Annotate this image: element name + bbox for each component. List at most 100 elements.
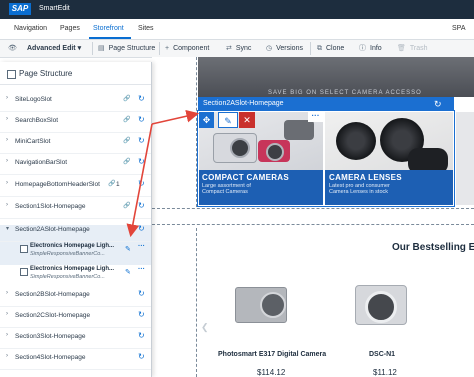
sync-button[interactable]: ⇄ Sync xyxy=(226,40,251,57)
sync-icon[interactable]: ↻ xyxy=(138,310,145,319)
link-icon[interactable]: 🔗 xyxy=(123,202,130,209)
slot-label[interactable]: Section2ASlot-Homepage xyxy=(15,226,90,233)
slot-label[interactable]: HomepageBottomHeaderSlot xyxy=(15,181,100,188)
chevron-right-icon[interactable]: › xyxy=(6,202,8,208)
sync-icon[interactable]: ↻ xyxy=(138,179,145,188)
lens-image xyxy=(336,122,376,160)
sync-icon[interactable]: ↻ xyxy=(138,157,145,166)
versions-label: Versions xyxy=(276,45,303,52)
chevron-right-icon[interactable]: › xyxy=(6,311,8,317)
eye-icon[interactable]: 👁 xyxy=(8,40,17,57)
component-button[interactable]: + Component xyxy=(165,40,209,57)
product-price: $11.12 xyxy=(373,368,397,377)
slot-label[interactable]: MiniCartSlot xyxy=(15,138,50,145)
link-icon[interactable]: 🔗 xyxy=(108,180,115,187)
chevron-right-icon[interactable]: › xyxy=(6,137,8,143)
sync-icon[interactable]: ↻ xyxy=(434,97,442,111)
plus-icon: + xyxy=(165,45,170,52)
row-divider xyxy=(0,306,151,307)
trash-label: Trash xyxy=(409,45,428,52)
more-icon[interactable]: ··· xyxy=(138,266,145,273)
next-banner-partial xyxy=(456,112,474,205)
link-icon[interactable]: 🔗 xyxy=(123,158,130,165)
page-structure-button[interactable]: ▤ Page Structure xyxy=(98,40,155,57)
clone-label: Clone xyxy=(326,45,345,52)
card-heading: CAMERA LENSES xyxy=(329,173,402,182)
chevron-right-icon[interactable]: › xyxy=(6,180,8,186)
row-divider xyxy=(0,348,151,349)
pencil-icon[interactable]: ✎ xyxy=(125,245,131,253)
app-title: SmartEdit xyxy=(39,5,70,12)
camera-image xyxy=(284,120,314,140)
sync-icon[interactable]: ↻ xyxy=(138,136,145,145)
chevron-left-icon[interactable]: ❮ xyxy=(201,322,209,333)
link-icon[interactable]: 🔗 xyxy=(123,95,130,102)
slot-outline xyxy=(152,224,474,225)
sync-icon[interactable]: ↻ xyxy=(138,224,145,233)
chevron-right-icon[interactable]: › xyxy=(6,116,8,122)
slot-label[interactable]: SiteLogoSlot xyxy=(15,96,52,103)
component-label: Component xyxy=(173,45,210,52)
sync-icon: ⇄ xyxy=(226,45,232,52)
move-icon[interactable]: ✥ xyxy=(199,112,214,128)
active-tab-indicator xyxy=(89,37,131,39)
sap-logo: SAP xyxy=(9,3,31,15)
toolbar-divider xyxy=(310,42,311,55)
sync-icon[interactable]: ↻ xyxy=(138,352,145,361)
slot-label[interactable]: Section2CSlot-Homepage xyxy=(15,312,90,319)
sync-icon[interactable]: ↻ xyxy=(138,94,145,103)
pencil-icon[interactable]: ✎ xyxy=(218,112,238,128)
mode-selector[interactable]: Advanced Edit ▾ xyxy=(27,40,81,57)
slot-label[interactable]: SearchBoxSlot xyxy=(15,117,58,124)
chevron-down-icon[interactable]: ▾ xyxy=(6,225,9,232)
slot-label[interactable]: Section3Slot-Homepage xyxy=(15,333,85,340)
page-structure-icon: ▤ xyxy=(98,45,105,52)
sync-icon[interactable]: ↻ xyxy=(138,201,145,210)
slot-label[interactable]: Section2BSlot-Homepage xyxy=(15,291,90,298)
tab-pages[interactable]: Pages xyxy=(60,19,80,39)
more-icon[interactable]: ··· xyxy=(138,243,145,250)
link-icon[interactable]: 🔗 xyxy=(123,116,130,123)
card-subtext: Camera Lenses in stock xyxy=(329,189,388,195)
product-price: $114.12 xyxy=(257,368,286,377)
component-type: SimpleResponsiveBannerCo... xyxy=(30,274,105,280)
slot-label[interactable]: Section4Slot-Homepage xyxy=(15,354,85,361)
product-name[interactable]: DSC-N1 xyxy=(369,351,395,358)
tab-storefront[interactable]: Storefront xyxy=(93,19,124,39)
chevron-right-icon[interactable]: › xyxy=(6,95,8,101)
sync-icon[interactable]: ↻ xyxy=(138,331,145,340)
info-button[interactable]: ⓘ Info xyxy=(359,40,382,57)
versions-icon: ◷ xyxy=(266,45,273,52)
sync-icon[interactable]: ↻ xyxy=(138,115,145,124)
card-subtext: Compact Cameras xyxy=(202,189,248,195)
info-icon: ⓘ xyxy=(359,45,366,52)
tab-sites[interactable]: Sites xyxy=(138,19,154,39)
clone-button[interactable]: ⧉ Clone xyxy=(317,40,344,57)
close-icon[interactable]: ✕ xyxy=(239,112,255,128)
panel-title: Page Structure xyxy=(19,69,73,78)
component-title[interactable]: Electronics Homepage Ligh... xyxy=(30,266,114,272)
slot-outline xyxy=(152,208,474,209)
chevron-right-icon[interactable]: › xyxy=(6,332,8,338)
site-selector[interactable]: SPA Elec xyxy=(452,19,474,52)
link-icon[interactable]: 🔗 xyxy=(123,137,130,144)
slot-label[interactable]: NavigationBarSlot xyxy=(15,159,67,166)
chevron-right-icon[interactable]: › xyxy=(6,353,8,359)
tab-navigation[interactable]: Navigation xyxy=(14,19,47,39)
pencil-icon[interactable]: ✎ xyxy=(125,268,131,276)
sync-icon[interactable]: ↻ xyxy=(138,289,145,298)
camera-lens-image xyxy=(230,138,250,158)
chevron-right-icon[interactable]: › xyxy=(6,158,8,164)
trash-button[interactable]: 🗑 Trash xyxy=(397,40,428,57)
component-title[interactable]: Electronics Homepage Ligh... xyxy=(30,243,114,249)
slot-label[interactable]: Section1Slot-Homepage xyxy=(15,203,85,210)
versions-button[interactable]: ◷ Versions xyxy=(266,40,303,57)
row-divider xyxy=(0,111,151,112)
slot-sync-count: 1 xyxy=(116,181,120,188)
component-icon xyxy=(20,245,28,253)
product-name[interactable]: Photosmart E317 Digital Camera xyxy=(218,351,326,358)
row-divider xyxy=(0,218,151,219)
more-icon[interactable]: ··· xyxy=(308,112,323,122)
row-divider xyxy=(0,241,151,242)
chevron-right-icon[interactable]: › xyxy=(6,290,8,296)
